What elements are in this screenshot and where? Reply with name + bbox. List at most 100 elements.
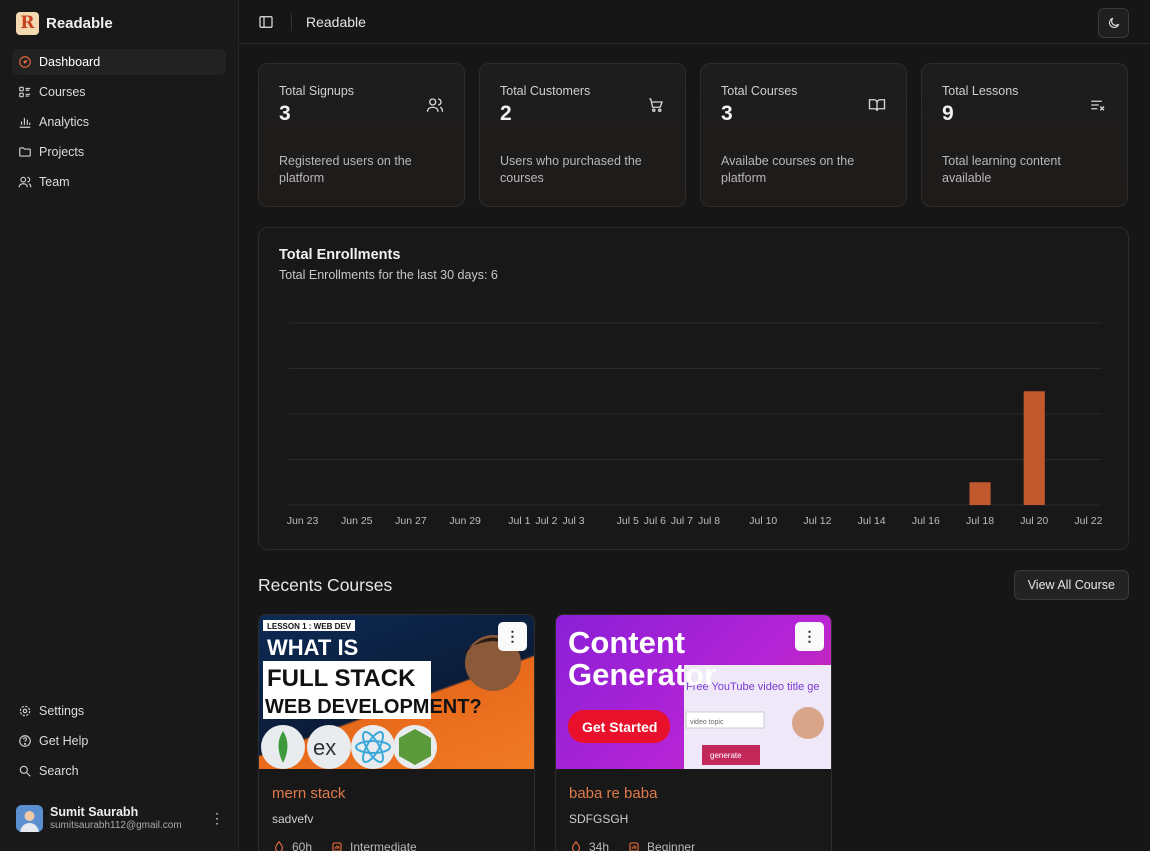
sidebar-nav: Dashboard Courses Analytics Projects Tea… — [0, 46, 238, 202]
course-menu-button[interactable]: ⋮ — [795, 622, 824, 651]
chart-tick-label: Jul 16 — [912, 515, 940, 527]
thumb-field: video topic — [690, 719, 724, 726]
chart-bar[interactable] — [969, 482, 991, 505]
thumb-line2: FULL STACK — [267, 665, 416, 692]
bar-chart-icon — [19, 117, 31, 128]
avatar — [16, 804, 43, 832]
thumb-cta: Get Started — [582, 719, 657, 735]
level-icon — [629, 842, 639, 851]
thumb-line3: WEB DEVELOPMENT? — [265, 696, 482, 718]
users-icon — [426, 98, 444, 112]
sidebar-item-dashboard[interactable]: Dashboard — [12, 49, 226, 75]
course-duration-value: 34h — [589, 840, 610, 851]
thumb-line1: WHAT IS — [267, 635, 358, 660]
stat-label: Total Customers — [500, 84, 591, 98]
course-level: Intermediate — [330, 840, 417, 851]
course-description: sadvefv — [272, 812, 314, 826]
chart-tick-label: Jun 29 — [449, 515, 481, 527]
chart-tick-label: Jul 22 — [1074, 515, 1102, 527]
course-thumbnail: Free YouTube video title ge video topic … — [556, 615, 831, 769]
book-icon — [868, 99, 886, 112]
sidebar-item-label: Team — [39, 175, 70, 189]
sidebar-item-search[interactable]: Search — [12, 758, 226, 784]
list-clear-icon — [1091, 100, 1105, 111]
course-menu-button[interactable]: ⋮ — [498, 622, 527, 651]
stat-label: Total Signups — [279, 84, 355, 98]
chart-tick-label: Jul 5 — [617, 515, 639, 527]
view-all-courses-button[interactable]: View All Course — [1013, 570, 1129, 600]
flame-icon — [274, 840, 284, 851]
stat-value: 3 — [721, 102, 733, 125]
dashboard-icon — [19, 56, 31, 68]
sidebar-item-settings[interactable]: Settings — [12, 698, 226, 724]
topbar-divider — [291, 12, 292, 31]
stat-desc: Users who purchased the courses — [500, 154, 642, 185]
enrollments-bar-chart: Jun 23 Jun 25 Jun 27 Jun 29 Jul 1 Jul 2 Jul 3 J… — [287, 322, 1103, 527]
sidebar-item-label: Courses — [39, 85, 86, 99]
thumb-badge: LESSON 1 : WEB DEV — [267, 622, 352, 631]
sidebar-item-label: Search — [39, 764, 79, 778]
chart-tick-label: Jul 8 — [698, 515, 720, 527]
chart-bar[interactable] — [1023, 391, 1045, 505]
course-title[interactable]: mern stack — [272, 785, 345, 802]
stat-label: Total Lessons — [942, 84, 1019, 98]
course-level: Beginner — [627, 840, 695, 851]
chart-tick-label: Jun 25 — [341, 515, 373, 527]
enrollments-chart-card: Total Enrollments Total Enrollments for … — [258, 227, 1129, 550]
sidebar-item-label: Settings — [39, 704, 85, 718]
sidebar-toggle-icon[interactable] — [258, 14, 274, 30]
chart-tick-label: Jul 14 — [858, 515, 886, 527]
thumb-line1: Content — [568, 625, 685, 660]
thumb-logo: ex — [313, 735, 336, 760]
chart-tick-label: Jul 6 — [644, 515, 666, 527]
course-duration-value: 60h — [292, 840, 313, 851]
user-menu-icon[interactable]: ⋮ — [210, 810, 224, 827]
course-thumbnail: LESSON 1 : WEB DEV WHAT IS FULL STACK WE… — [259, 615, 534, 769]
sidebar-item-courses[interactable]: Courses — [12, 79, 226, 105]
chart-tick-label: Jul 1 — [508, 515, 530, 527]
user-profile[interactable]: Sumit Saurabh sumitsaurabh112@gmail.com … — [16, 801, 224, 835]
stat-value: 3 — [279, 102, 291, 125]
chart-tick-label: Jul 20 — [1020, 515, 1048, 527]
sidebar-item-team[interactable]: Team — [12, 169, 226, 195]
course-card[interactable]: LESSON 1 : WEB DEV WHAT IS FULL STACK WE… — [258, 614, 535, 851]
user-email: sumitsaurabh112@gmail.com — [50, 820, 182, 831]
brand[interactable]: R Readable — [0, 0, 238, 46]
course-duration: 60h — [272, 840, 312, 851]
course-description: SDFGSGH — [569, 812, 629, 826]
thumbnail-artwork: LESSON 1 : WEB DEV WHAT IS FULL STACK WE… — [261, 620, 522, 769]
chart-tick-label: Jul 18 — [966, 515, 994, 527]
course-title[interactable]: baba re baba — [569, 785, 657, 802]
theme-toggle-button[interactable] — [1098, 8, 1129, 38]
sidebar-item-analytics[interactable]: Analytics — [12, 109, 226, 135]
course-card[interactable]: Free YouTube video title ge video topic … — [555, 614, 832, 851]
chart-tick-label: Jul 3 — [562, 515, 584, 527]
thumb-button: generate — [710, 751, 742, 760]
sidebar-item-label: Dashboard — [39, 55, 101, 69]
chart-tick-label: Jun 27 — [395, 515, 427, 527]
course-meta: 60h Intermediate — [272, 840, 417, 851]
user-name: Sumit Saurabh — [50, 805, 139, 819]
readable-logo: R — [16, 11, 39, 35]
stat-desc: Total learning content available — [942, 154, 1061, 185]
help-icon — [19, 735, 31, 747]
course-meta: 34h Beginner — [569, 840, 695, 851]
brand-name: Readable — [46, 14, 113, 32]
stat-card-courses: Total Courses 3 Availabe courses on the … — [700, 63, 907, 207]
stat-card-lessons: Total Lessons 9 Total learning content a… — [921, 63, 1128, 207]
sidebar-item-label: Projects — [39, 145, 85, 159]
users-icon — [18, 176, 32, 188]
sidebar-item-projects[interactable]: Projects — [12, 139, 226, 165]
cart-icon — [649, 98, 663, 113]
moon-icon — [1108, 17, 1119, 28]
folder-icon — [19, 147, 31, 157]
sidebar-item-get-help[interactable]: Get Help — [12, 728, 226, 754]
stat-card-customers: Total Customers 2 Users who purchased th… — [479, 63, 686, 207]
thumbnail-artwork: Free YouTube video title ge video topic … — [568, 625, 831, 769]
stat-desc: Registered users on the platform — [279, 154, 412, 185]
course-duration: 34h — [569, 840, 609, 851]
main-content: Readable Total Signups 3 Registered user… — [238, 0, 1150, 851]
topbar: Readable — [239, 0, 1150, 44]
stat-value: 2 — [500, 102, 512, 125]
stats-cards: Total Signups 3 Registered users on the … — [258, 63, 1128, 207]
